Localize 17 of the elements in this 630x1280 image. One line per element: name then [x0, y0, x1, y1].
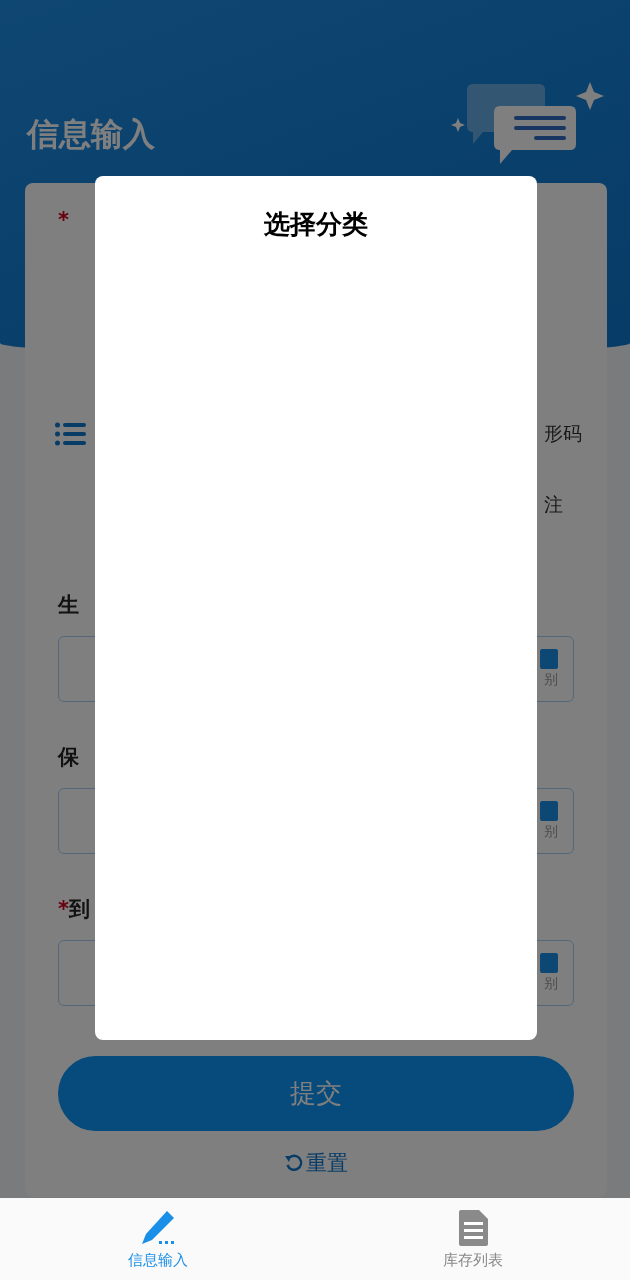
tab[interactable]: 库存列表	[315, 1198, 630, 1280]
page-title: 信息输入	[27, 114, 155, 155]
required-mark: *	[58, 207, 69, 234]
submit-button[interactable]: 提交	[58, 1056, 574, 1131]
list-icon	[55, 422, 86, 446]
tab[interactable]: 信息输入	[0, 1198, 315, 1280]
field-label: 生	[58, 592, 79, 619]
field-label: 保	[58, 744, 79, 771]
reset-button[interactable]: 重置	[284, 1149, 348, 1177]
required-mark: *	[58, 896, 69, 923]
remark-label: 注	[544, 492, 563, 517]
document-icon	[456, 1209, 489, 1247]
dialog-title: 选择分类	[264, 208, 368, 241]
chat-bubbles-icon	[450, 80, 606, 164]
barcode-label: 形码	[544, 421, 582, 446]
refresh-icon	[284, 1153, 304, 1173]
field-label: 到	[69, 896, 90, 923]
